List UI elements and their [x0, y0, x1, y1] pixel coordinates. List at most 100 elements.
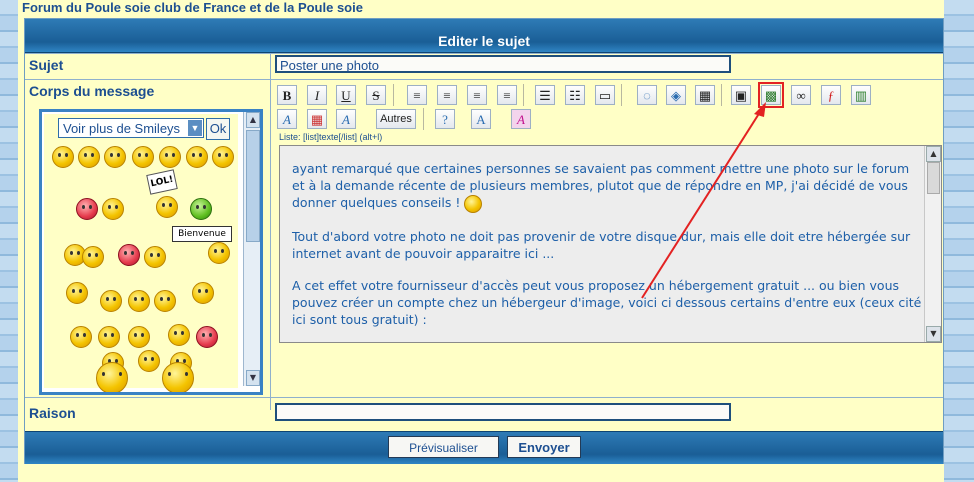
- align-center-icon[interactable]: ≡: [437, 85, 457, 105]
- breadcrumb[interactable]: Forum du Poule soie club de France et de…: [22, 0, 363, 15]
- preview-button[interactable]: Prévisualiser: [388, 436, 499, 458]
- more-smileys-select-value: Voir plus de Smileys: [63, 121, 181, 136]
- smiley-icon[interactable]: [132, 146, 154, 168]
- horizontal-rule-icon[interactable]: ▭: [595, 85, 615, 105]
- smiley-ok-button[interactable]: Ok: [206, 118, 230, 140]
- smiley-icon[interactable]: [154, 290, 176, 312]
- font-size-icon[interactable]: A: [277, 109, 297, 129]
- align-justify-icon[interactable]: ≡: [497, 85, 517, 105]
- edit-topic-form: Editer le sujet Sujet Poster une photo C…: [24, 18, 944, 464]
- cool-smiley-icon: [464, 194, 483, 213]
- divider: [25, 397, 943, 398]
- code-icon[interactable]: ◈: [666, 85, 686, 105]
- toolbar-separator: [721, 84, 722, 106]
- page-border-right: [944, 0, 974, 482]
- smiley-icon[interactable]: [104, 146, 126, 168]
- italic-button[interactable]: I: [307, 85, 327, 105]
- chevron-down-icon: ▼: [188, 120, 202, 136]
- smiley-icon[interactable]: [159, 146, 181, 168]
- scroll-up-icon[interactable]: ▲: [926, 146, 941, 162]
- color-palette-icon[interactable]: ▦: [307, 109, 327, 129]
- smiley-icon[interactable]: [100, 290, 122, 312]
- scroll-thumb[interactable]: [927, 162, 940, 194]
- underline-button[interactable]: U: [336, 85, 356, 105]
- divider: [25, 79, 943, 80]
- green-smiley-icon[interactable]: [190, 198, 212, 220]
- santa-smiley-icon[interactable]: [196, 326, 218, 348]
- toolbar-separator: [621, 84, 622, 106]
- smiley-scrollbar[interactable]: ▲ ▼: [243, 112, 260, 386]
- smiley-icon[interactable]: [156, 196, 178, 218]
- smiley-icon[interactable]: [128, 290, 150, 312]
- smiley-icon[interactable]: [52, 146, 74, 168]
- spoiler-icon[interactable]: ▣: [731, 85, 751, 105]
- smiley-icon[interactable]: [138, 350, 160, 372]
- reason-input[interactable]: [275, 403, 731, 421]
- bullet-list-icon[interactable]: ☰: [535, 85, 555, 105]
- smiley-icon[interactable]: [186, 146, 208, 168]
- red-smiley-icon[interactable]: [118, 244, 140, 266]
- image-icon[interactable]: ▩: [758, 82, 784, 108]
- smiley-list: Voir plus de Smileys ▼ Ok LOL! Bienvenue: [44, 114, 238, 392]
- more-options-button[interactable]: Autres: [376, 109, 416, 129]
- bold-button[interactable]: B: [277, 85, 297, 105]
- align-left-icon[interactable]: ≡: [407, 85, 427, 105]
- big-smiley-icon[interactable]: [96, 362, 128, 392]
- flash-icon[interactable]: ƒ: [821, 85, 841, 105]
- devil-smiley-icon[interactable]: [76, 198, 98, 220]
- subject-input[interactable]: Poster une photo: [275, 55, 731, 73]
- table-icon[interactable]: ▦: [695, 85, 715, 105]
- link-icon[interactable]: ∞: [791, 85, 811, 105]
- reason-label: Raison: [29, 405, 76, 421]
- smiley-icon[interactable]: [78, 146, 100, 168]
- message-body-label: Corps du message: [29, 83, 155, 99]
- scroll-down-icon[interactable]: ▼: [246, 370, 260, 386]
- toolbar-separator: [393, 84, 394, 106]
- paragraph-2: Tout d'abord votre photo ne doit pas pro…: [292, 228, 911, 261]
- bienvenue-sign-icon[interactable]: Bienvenue: [172, 226, 232, 242]
- list-hint: Liste: [list]texte[/list] (alt+l): [279, 132, 383, 142]
- smiley-icon[interactable]: [82, 246, 104, 268]
- editor-scrollbar[interactable]: ▲ ▼: [924, 146, 941, 342]
- toolbar-separator: [523, 84, 524, 106]
- lol-sign-icon[interactable]: LOL!: [146, 169, 178, 195]
- subject-label: Sujet: [29, 57, 64, 73]
- smiley-icon[interactable]: [208, 242, 230, 264]
- divider: [270, 53, 271, 410]
- text-highlight-icon[interactable]: A: [511, 109, 531, 129]
- paragraph-3: A cet effet votre fournisseur d'accès pe…: [292, 277, 922, 327]
- video-icon[interactable]: ▥: [851, 85, 871, 105]
- scroll-thumb[interactable]: [246, 130, 260, 242]
- smiley-icon[interactable]: [70, 326, 92, 348]
- smiley-icon[interactable]: [102, 198, 124, 220]
- smiley-icon[interactable]: [144, 246, 166, 268]
- strike-button[interactable]: S: [366, 85, 386, 105]
- font-face-icon[interactable]: A: [336, 109, 356, 129]
- submit-button[interactable]: Envoyer: [507, 436, 581, 458]
- form-title-bar: Editer le sujet: [25, 19, 943, 53]
- message-text[interactable]: ayant remarqué que certaines personnes s…: [292, 160, 922, 342]
- paragraph-1: ayant remarqué que certaines personnes s…: [292, 161, 910, 210]
- form-actions-bar: Prévisualiser Envoyer: [25, 431, 943, 464]
- smiley-icon[interactable]: [192, 282, 214, 304]
- big-smiley-icon[interactable]: [162, 362, 194, 392]
- align-right-icon[interactable]: ≡: [467, 85, 487, 105]
- more-smileys-select[interactable]: Voir plus de Smileys ▼: [58, 118, 204, 138]
- smiley-icon[interactable]: [66, 282, 88, 304]
- quote-icon[interactable]: ◌: [637, 85, 657, 105]
- smiley-icon[interactable]: [168, 324, 190, 346]
- smiley-icon[interactable]: [212, 146, 234, 168]
- smiley-icon[interactable]: [98, 326, 120, 348]
- toolbar-separator: [423, 108, 424, 130]
- numbered-list-icon[interactable]: ☷: [565, 85, 585, 105]
- smiley-icon[interactable]: [128, 326, 150, 348]
- message-editor[interactable]: ayant remarqué que certaines personnes s…: [279, 145, 942, 343]
- scroll-down-icon[interactable]: ▼: [926, 326, 941, 342]
- divider: [25, 53, 943, 54]
- form-title: Editer le sujet: [438, 33, 530, 49]
- forum-frame: Forum du Poule soie club de France et de…: [18, 0, 944, 482]
- help-icon[interactable]: ?: [435, 109, 455, 129]
- scroll-up-icon[interactable]: ▲: [246, 112, 260, 128]
- smiley-panel: Voir plus de Smileys ▼ Ok LOL! Bienvenue: [39, 109, 263, 395]
- remove-format-icon[interactable]: A: [471, 109, 491, 129]
